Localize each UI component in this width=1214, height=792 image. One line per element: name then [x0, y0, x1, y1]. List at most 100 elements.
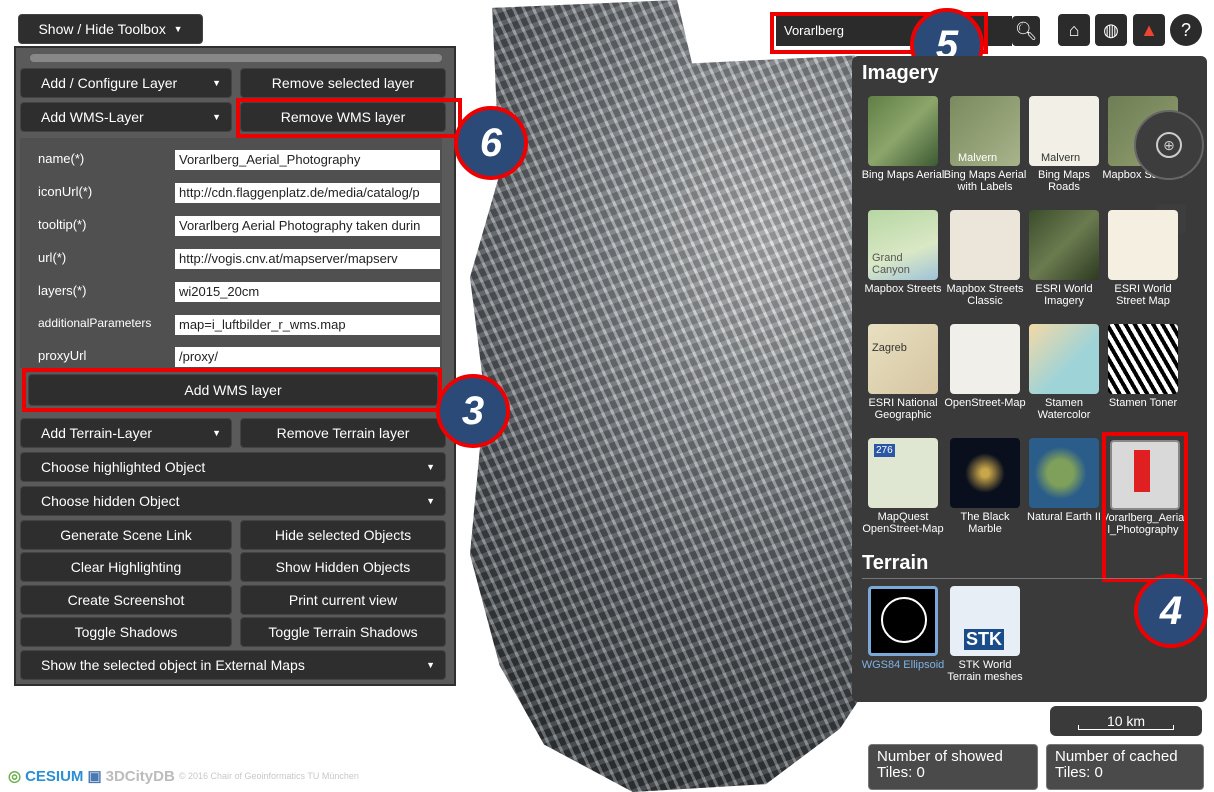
- cesium-logo-icon: ◎: [8, 768, 22, 785]
- tooltip-input[interactable]: Vorarlberg Aerial Photography taken duri…: [175, 216, 440, 236]
- url-input[interactable]: http://vogis.cnv.at/mapserver/mapserv: [175, 249, 440, 269]
- clear-highlighting-label: Clear Highlighting: [70, 559, 182, 575]
- esri-street-map-thumbnail[interactable]: [1108, 210, 1178, 280]
- tile-label: WGS84 Ellipsoid: [861, 659, 945, 671]
- toggle-terrain-shadows-label: Toggle Terrain Shadows: [268, 624, 418, 640]
- additional-parameters-input[interactable]: map=i_luftbilder_r_wms.map: [175, 315, 440, 335]
- tile-label: Bing Maps Aerial: [861, 169, 945, 181]
- hidden-object-dropdown[interactable]: Choose hidden Object ▼: [20, 486, 446, 516]
- field-label-url: url(*): [38, 250, 67, 265]
- bing-aerial-labels-thumbnail[interactable]: Malvern: [950, 96, 1020, 166]
- highlighted-object-dropdown[interactable]: Choose highlighted Object ▼: [20, 452, 446, 482]
- credits: ◎ CESIUM ▣ 3DCityDB © 2016 Chair of Geoi…: [8, 766, 359, 786]
- copyright-text: © 2016 Chair of Geoinformatics TU Münche…: [178, 771, 359, 781]
- field-label-additional: additionalParameters: [38, 316, 152, 330]
- external-maps-dropdown[interactable]: Show the selected object in External Map…: [20, 650, 446, 680]
- cesium-logo-text[interactable]: CESIUM: [25, 768, 83, 785]
- remove-terrain-layer-button[interactable]: Remove Terrain layer: [240, 418, 446, 448]
- annotation-marker-6: 6: [454, 106, 528, 180]
- natural-earth-thumbnail[interactable]: [1029, 438, 1099, 508]
- tile-label: OpenStreet-Map: [944, 397, 1026, 409]
- generate-scene-link-label: Generate Scene Link: [60, 527, 192, 543]
- add-wms-layer-dropdown[interactable]: Add WMS-Layer ▼: [20, 102, 232, 132]
- chevron-down-icon: ▼: [212, 428, 221, 438]
- compass-control[interactable]: ⊕: [1134, 110, 1204, 180]
- annotation-marker-3: 3: [436, 374, 510, 448]
- imagery-section-title: Imagery: [862, 62, 939, 84]
- show-hidden-objects-button[interactable]: Show Hidden Objects: [240, 552, 446, 582]
- esri-world-imagery-thumbnail[interactable]: [1029, 210, 1099, 280]
- thumbnail-text: Malvern: [1041, 152, 1081, 164]
- chevron-down-icon: ▼: [426, 660, 435, 670]
- globe-icon[interactable]: ◍: [1095, 14, 1127, 46]
- hidden-object-label: Choose hidden Object: [41, 493, 180, 509]
- annotation-box-3: [22, 368, 442, 412]
- name-input[interactable]: Vorarlberg_Aerial_Photography: [175, 150, 440, 170]
- tile-label: Stamen Watercolor: [1037, 397, 1091, 421]
- toolbox-toggle-label: Show / Hide Toolbox: [38, 21, 166, 37]
- tile-label: ESRI World Street Map: [1114, 283, 1172, 307]
- toolbox-toggle-button[interactable]: Show / Hide Toolbox ▼: [18, 14, 203, 44]
- proxy-url-input[interactable]: /proxy/: [175, 347, 440, 367]
- chevron-down-icon: ▼: [212, 112, 221, 122]
- toggle-terrain-shadows-button[interactable]: Toggle Terrain Shadows: [240, 617, 446, 647]
- show-hidden-objects-label: Show Hidden Objects: [275, 559, 411, 575]
- citydb-logo-text[interactable]: 3DCityDB: [106, 768, 175, 785]
- search-icon[interactable]: 🔍︎: [1012, 16, 1040, 46]
- hide-selected-objects-button[interactable]: Hide selected Objects: [240, 520, 446, 550]
- chevron-down-icon: ▼: [426, 496, 435, 506]
- field-label-iconurl: iconUrl(*): [38, 184, 93, 199]
- bing-roads-thumbnail[interactable]: Malvern: [1029, 96, 1099, 166]
- thumbnail-text: 276: [874, 444, 895, 457]
- print-current-view-button[interactable]: Print current view: [240, 585, 446, 615]
- citydb-logo-icon: ▣: [87, 768, 102, 785]
- tile-label: STK World Terrain meshes: [947, 659, 1023, 683]
- create-screenshot-label: Create Screenshot: [67, 592, 185, 608]
- thumbnail-text: Malvern: [958, 152, 998, 164]
- stamen-watercolor-thumbnail[interactable]: [1029, 324, 1099, 394]
- thumbnail-text: STK: [964, 629, 1004, 650]
- tile-label: Mapbox Streets Classic: [946, 283, 1024, 307]
- generate-scene-link-button[interactable]: Generate Scene Link: [20, 520, 232, 550]
- layers-input[interactable]: wi2015_20cm: [175, 282, 440, 302]
- add-terrain-layer-label: Add Terrain-Layer: [41, 425, 153, 441]
- add-configure-layer-label: Add / Configure Layer: [41, 75, 178, 91]
- tile-label: Natural Earth II: [1027, 511, 1101, 523]
- annotation-box-6: [236, 98, 462, 138]
- home-icon[interactable]: ⌂: [1058, 14, 1090, 46]
- tile-label: MapQuest OpenStreet-Map: [862, 511, 944, 535]
- divider: [862, 578, 1202, 579]
- stk-terrain-thumbnail[interactable]: STK: [950, 586, 1020, 656]
- remove-selected-layer-label: Remove selected layer: [271, 75, 415, 91]
- black-marble-thumbnail[interactable]: [950, 438, 1020, 508]
- terrain-section-title: Terrain: [862, 552, 929, 574]
- bing-aerial-thumbnail[interactable]: [868, 96, 938, 166]
- tile-label: The Black Marble: [960, 511, 1010, 535]
- distance-legend: 10 km: [1050, 706, 1202, 736]
- add-configure-layer-dropdown[interactable]: Add / Configure Layer ▼: [20, 68, 232, 98]
- help-icon[interactable]: ?: [1170, 14, 1202, 46]
- stamen-toner-thumbnail[interactable]: [1108, 324, 1178, 394]
- remove-selected-layer-button[interactable]: Remove selected layer: [240, 68, 446, 98]
- add-terrain-layer-dropdown[interactable]: Add Terrain-Layer ▼: [20, 418, 232, 448]
- esri-natgeo-thumbnail[interactable]: Zagreb: [868, 324, 938, 394]
- gyroscope-icon[interactable]: ⊕: [1156, 132, 1182, 158]
- showed-tiles-status: Number of showed Tiles: 0: [868, 744, 1038, 790]
- create-screenshot-button[interactable]: Create Screenshot: [20, 585, 232, 615]
- toggle-shadows-button[interactable]: Toggle Shadows: [20, 617, 232, 647]
- tile-label: Bing Maps Roads: [1038, 169, 1090, 193]
- toolbox-scroll-handle[interactable]: [30, 54, 442, 62]
- icon-url-input[interactable]: http://cdn.flaggenplatz.de/media/catalog…: [175, 183, 440, 203]
- remove-terrain-layer-label: Remove Terrain layer: [276, 425, 410, 441]
- clear-highlighting-button[interactable]: Clear Highlighting: [20, 552, 232, 582]
- mapbox-streets-thumbnail[interactable]: Grand Canyon: [868, 210, 938, 280]
- annotation-box-4: [1102, 432, 1188, 582]
- flag-layer-icon[interactable]: ▲: [1133, 14, 1165, 46]
- mapbox-streets-classic-thumbnail[interactable]: [950, 210, 1020, 280]
- tile-label: Mapbox Streets: [864, 283, 942, 295]
- wgs84-ellipsoid-thumbnail[interactable]: [868, 586, 938, 656]
- mapquest-thumbnail[interactable]: 276: [868, 438, 938, 508]
- thumbnail-text: Grand Canyon: [872, 252, 910, 276]
- field-label-tooltip: tooltip(*): [38, 217, 87, 232]
- openstreetmap-thumbnail[interactable]: [950, 324, 1020, 394]
